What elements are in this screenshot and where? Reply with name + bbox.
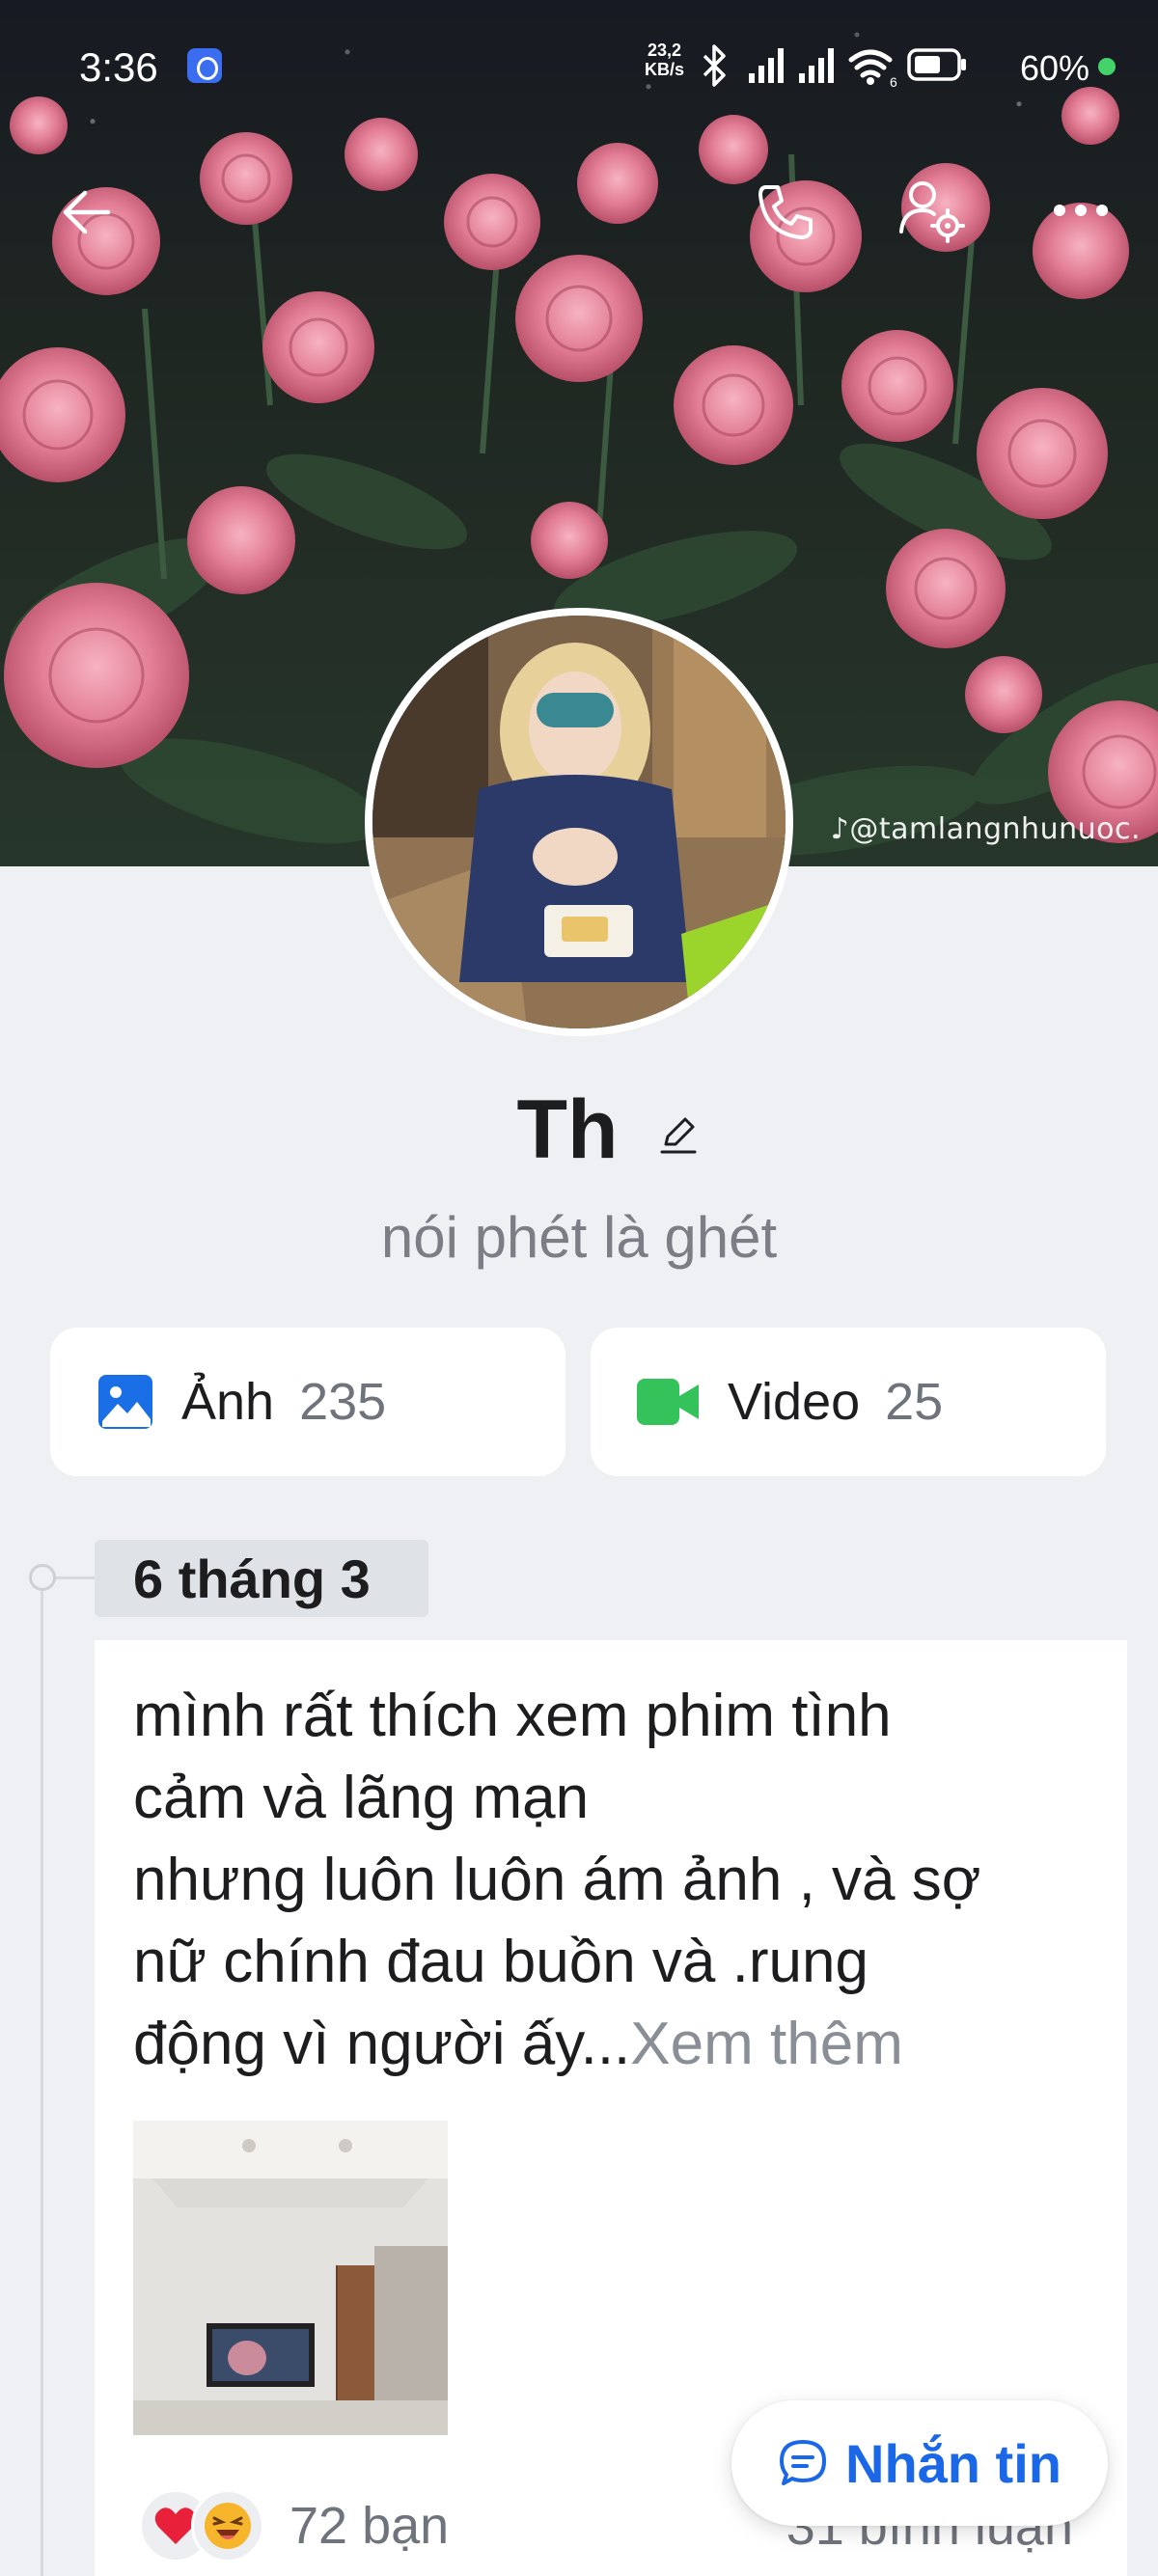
reaction-laugh <box>191 2489 264 2562</box>
image-icon <box>98 1375 152 1429</box>
reaction-count: 72 bạn <box>290 2497 450 2555</box>
battery-icon <box>907 48 966 81</box>
bluetooth-icon <box>703 44 726 87</box>
video-camera-icon <box>637 1379 699 1425</box>
timeline-line <box>41 1575 43 2576</box>
back-button[interactable] <box>48 174 125 251</box>
tiktok-watermark: ♪@tamlangnhunuoc. <box>830 812 1141 846</box>
signal-icon <box>799 48 834 83</box>
videos-button[interactable]: Video 25 <box>591 1328 1106 1476</box>
chat-bubble-icon <box>780 2440 826 2485</box>
battery-percent: 60% <box>1020 48 1090 88</box>
profile-name: Th <box>516 1083 619 1176</box>
post-text: mình rất thích xem phim tình cảm và lãng… <box>133 1683 981 2077</box>
call-button[interactable] <box>745 174 822 251</box>
phone-icon <box>758 185 813 239</box>
avatar-photo <box>372 616 786 1028</box>
send-message-label: Nhắn tin <box>845 2432 1062 2494</box>
status-bar: 3:36 23,2 KB/s 6 60% <box>0 0 1158 135</box>
profile-settings-button[interactable] <box>894 172 971 249</box>
status-icons: 6 <box>703 44 966 90</box>
timeline-date: 6 tháng 3 <box>95 1540 428 1617</box>
photos-count: 235 <box>299 1373 387 1431</box>
privacy-indicator-dot <box>1098 58 1116 75</box>
alarm-app-icon <box>187 48 222 83</box>
reaction-summary[interactable]: 72 bạn <box>139 2487 449 2564</box>
network-speed: 23,2 KB/s <box>645 41 685 79</box>
avatar[interactable] <box>365 608 793 1036</box>
back-arrow-icon <box>63 190 111 234</box>
post-photo-image <box>133 2121 448 2435</box>
edit-name-icon[interactable] <box>656 1111 701 1156</box>
timeline-node <box>29 1564 56 1591</box>
profile-status: nói phét là ghét <box>380 1205 778 1270</box>
svg-text:6: 6 <box>890 74 897 90</box>
videos-count: 25 <box>885 1373 944 1431</box>
videos-label: Video <box>728 1373 861 1431</box>
see-more-link[interactable]: Xem thêm <box>630 2011 903 2077</box>
send-message-button[interactable]: Nhắn tin <box>731 2400 1108 2526</box>
signal-icon <box>749 48 784 83</box>
timeline-connector <box>56 1576 95 1579</box>
wifi-icon <box>848 49 893 78</box>
photos-button[interactable]: Ảnh 235 <box>50 1328 565 1476</box>
laughing-face-icon <box>205 2503 251 2549</box>
more-options-button[interactable] <box>1042 172 1119 249</box>
post-photo[interactable] <box>133 2121 448 2435</box>
more-icon <box>1054 205 1108 216</box>
photos-label: Ảnh <box>181 1373 275 1431</box>
status-time: 3:36 <box>79 44 158 90</box>
user-settings-icon <box>899 181 965 243</box>
